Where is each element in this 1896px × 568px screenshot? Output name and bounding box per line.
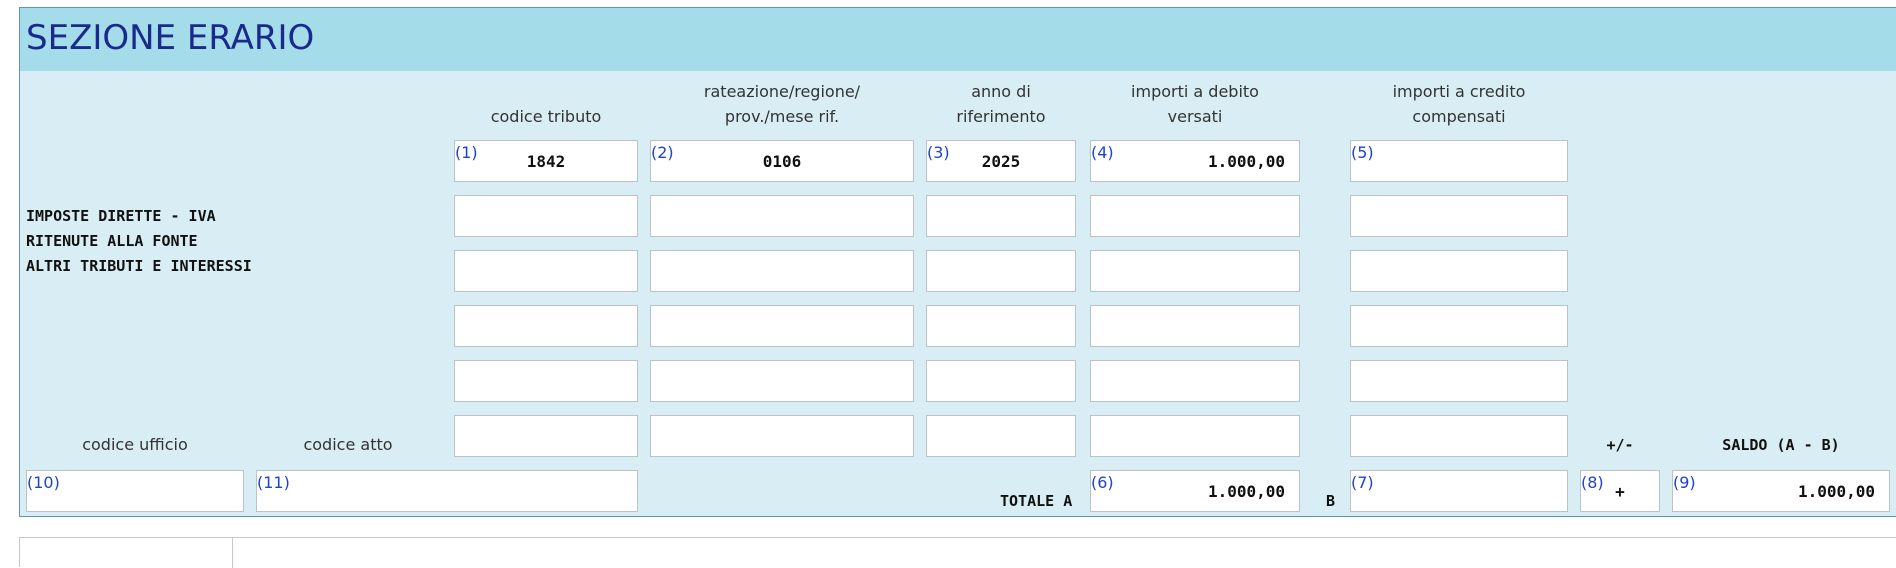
rateazione-field[interactable]: [650, 305, 914, 347]
field-index: (5): [1351, 143, 1374, 162]
codice-tributo-field[interactable]: [454, 305, 638, 347]
anno-field[interactable]: [926, 415, 1076, 457]
codice-tributo-field[interactable]: (1) 1842: [454, 140, 638, 182]
next-section-divider: [232, 538, 233, 568]
anno-field[interactable]: [926, 305, 1076, 347]
rateazione-field[interactable]: (2) 0106: [650, 140, 914, 182]
field-index: (9): [1673, 473, 1696, 492]
col-header-rateazione: rateazione/regione/ prov./mese rif.: [703, 82, 861, 126]
totale-b-field[interactable]: (7): [1350, 470, 1568, 512]
col-header-credito: importi a credito compensati: [1392, 82, 1526, 126]
sign-value: +: [1615, 482, 1625, 501]
codice-tributo-field[interactable]: [454, 360, 638, 402]
sezione-erario-panel: SEZIONE ERARIO codice tributo rateazione…: [19, 7, 1896, 517]
codice-tributo-value: 1842: [526, 152, 566, 171]
rateazione-value: 0106: [762, 152, 802, 171]
anno-field[interactable]: [926, 250, 1076, 292]
importo-debito-field[interactable]: [1090, 360, 1300, 402]
totale-a-field[interactable]: (6) 1.000,00: [1090, 470, 1300, 512]
field-index: (6): [1091, 473, 1114, 492]
importo-debito-field[interactable]: [1090, 250, 1300, 292]
saldo-label: SALDO (A - B): [1722, 436, 1840, 454]
sign-label: +/-: [1606, 436, 1634, 454]
field-index: (11): [257, 473, 290, 492]
field-index: (10): [27, 473, 60, 492]
anno-value: 2025: [981, 152, 1021, 171]
totale-b-label: B: [1326, 492, 1336, 510]
col-header-debito: importi a debito versati: [1131, 82, 1259, 126]
codice-atto-label: codice atto: [303, 435, 393, 454]
tax-label-altri: ALTRI TRIBUTI E INTERESSI: [26, 257, 252, 275]
next-section-strip: [19, 537, 1896, 568]
importo-credito-field[interactable]: [1350, 195, 1568, 237]
importo-credito-field[interactable]: [1350, 360, 1568, 402]
importo-credito-field[interactable]: [1350, 250, 1568, 292]
codice-atto-field[interactable]: (11): [256, 470, 638, 512]
sign-field[interactable]: (8) +: [1580, 470, 1660, 512]
importo-debito-value: 1.000,00: [1207, 152, 1285, 171]
rateazione-field[interactable]: [650, 195, 914, 237]
codice-ufficio-field[interactable]: (10): [26, 470, 244, 512]
importo-credito-field[interactable]: [1350, 305, 1568, 347]
importo-credito-field[interactable]: [1350, 415, 1568, 457]
anno-field[interactable]: [926, 195, 1076, 237]
totale-a-label: TOTALE A: [1000, 492, 1073, 510]
codice-tributo-field[interactable]: [454, 250, 638, 292]
totale-a-value: 1.000,00: [1207, 482, 1285, 501]
anno-field[interactable]: (3) 2025: [926, 140, 1076, 182]
saldo-value: 1.000,00: [1797, 482, 1875, 501]
tax-label-ritenute: RITENUTE ALLA FONTE: [26, 232, 198, 250]
section-header: SEZIONE ERARIO: [20, 8, 1896, 71]
rateazione-field[interactable]: [650, 360, 914, 402]
importo-debito-field[interactable]: [1090, 305, 1300, 347]
field-index: (7): [1351, 473, 1374, 492]
rateazione-field[interactable]: [650, 250, 914, 292]
tax-label-imposte: IMPOSTE DIRETTE - IVA: [26, 207, 216, 225]
importo-debito-field[interactable]: (4) 1.000,00: [1090, 140, 1300, 182]
importo-debito-field[interactable]: [1090, 415, 1300, 457]
anno-field[interactable]: [926, 360, 1076, 402]
field-index: (4): [1091, 143, 1114, 162]
codice-tributo-field[interactable]: [454, 415, 638, 457]
saldo-field[interactable]: (9) 1.000,00: [1672, 470, 1890, 512]
rateazione-field[interactable]: [650, 415, 914, 457]
section-title: SEZIONE ERARIO: [26, 18, 315, 58]
importo-credito-field[interactable]: (5): [1350, 140, 1568, 182]
importo-debito-field[interactable]: [1090, 195, 1300, 237]
codice-ufficio-label: codice ufficio: [82, 435, 188, 454]
col-header-codice-tributo: codice tributo: [490, 107, 602, 126]
col-header-anno: anno di riferimento: [956, 82, 1046, 126]
codice-tributo-field[interactable]: [454, 195, 638, 237]
